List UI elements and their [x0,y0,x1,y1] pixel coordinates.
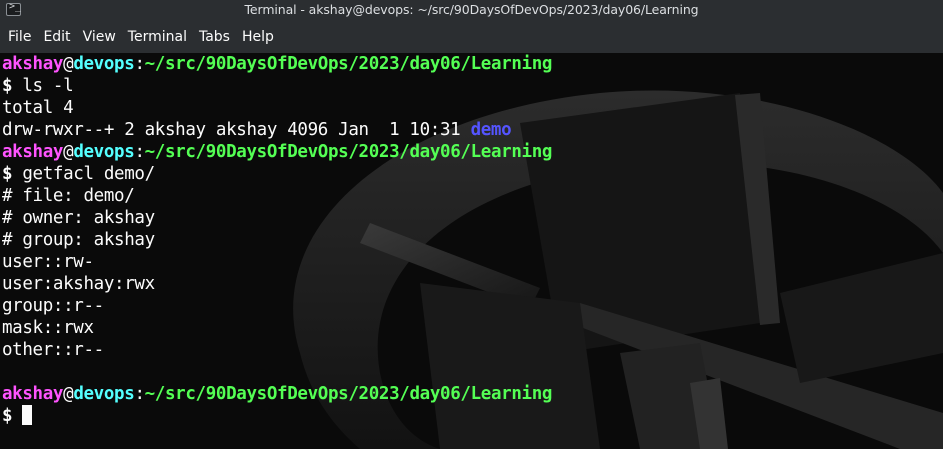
menu-edit[interactable]: Edit [37,29,76,45]
output-line: other::r-- [2,340,104,360]
output-line: # file: demo/ [2,186,135,206]
menu-bar: File Edit View Terminal Tabs Help [0,20,943,53]
menu-tabs[interactable]: Tabs [193,29,236,45]
output-line: drw-rwxr--+ 2 akshay akshay 4096 Jan 1 1… [2,119,943,141]
entry-meta: drw-rwxr--+ 2 akshay akshay 4096 Jan 1 1… [2,120,471,140]
output-line: total 4 [2,98,74,118]
prompt-colon: : [134,54,145,74]
prompt-path: ~/src/90DaysOfDevOps/2023/day06/Learning [144,384,553,404]
prompt-at: @ [63,54,74,74]
menu-help[interactable]: Help [236,29,280,45]
terminal-lines: akshay@devops:~/src/90DaysOfDevOps/2023/… [2,53,943,427]
active-command-line[interactable]: $ [2,405,943,427]
prompt-path: ~/src/90DaysOfDevOps/2023/day06/Learning [144,54,553,74]
prompt-user: akshay [2,142,64,162]
output-line: user::rw- [2,252,94,272]
prompt-at: @ [63,384,74,404]
prompt-host: devops [73,384,135,404]
window-title: Terminal - akshay@devops: ~/src/90DaysOf… [244,2,699,17]
prompt-line: akshay@devops:~/src/90DaysOfDevOps/2023/… [2,383,943,405]
terminal-output[interactable]: akshay@devops:~/src/90DaysOfDevOps/2023/… [0,53,943,449]
prompt-line: akshay@devops:~/src/90DaysOfDevOps/2023/… [2,141,943,163]
command-text: getfacl demo/ [22,164,155,184]
directory-name: demo [470,120,512,140]
prompt-host: devops [73,54,135,74]
prompt-colon: : [134,142,145,162]
command-line: $ getfacl demo/ [2,163,943,185]
command-text: ls -l [22,76,74,96]
prompt-line: akshay@devops:~/src/90DaysOfDevOps/2023/… [2,53,943,75]
menu-view[interactable]: View [77,29,122,45]
output-line: mask::rwx [2,318,94,338]
output-line: group::r-- [2,296,104,316]
prompt-symbol: $ [2,406,13,426]
menu-file[interactable]: File [2,29,37,45]
output-line: user:akshay:rwx [2,274,155,294]
title-bar: >_ Terminal - akshay@devops: ~/src/90Day… [0,0,943,20]
command-line: $ ls -l [2,75,943,97]
prompt-host: devops [73,142,135,162]
prompt-at: @ [63,142,74,162]
output-line: # owner: akshay [2,208,155,228]
prompt-symbol: $ [2,76,13,96]
menu-terminal[interactable]: Terminal [122,29,193,45]
output-line: # group: akshay [2,230,155,250]
prompt-user: akshay [2,54,64,74]
prompt-colon: : [134,384,145,404]
text-cursor[interactable] [22,405,33,425]
terminal-window: >_ Terminal - akshay@devops: ~/src/90Day… [0,0,943,449]
prompt-symbol: $ [2,164,13,184]
prompt-path: ~/src/90DaysOfDevOps/2023/day06/Learning [144,142,553,162]
prompt-user: akshay [2,384,64,404]
